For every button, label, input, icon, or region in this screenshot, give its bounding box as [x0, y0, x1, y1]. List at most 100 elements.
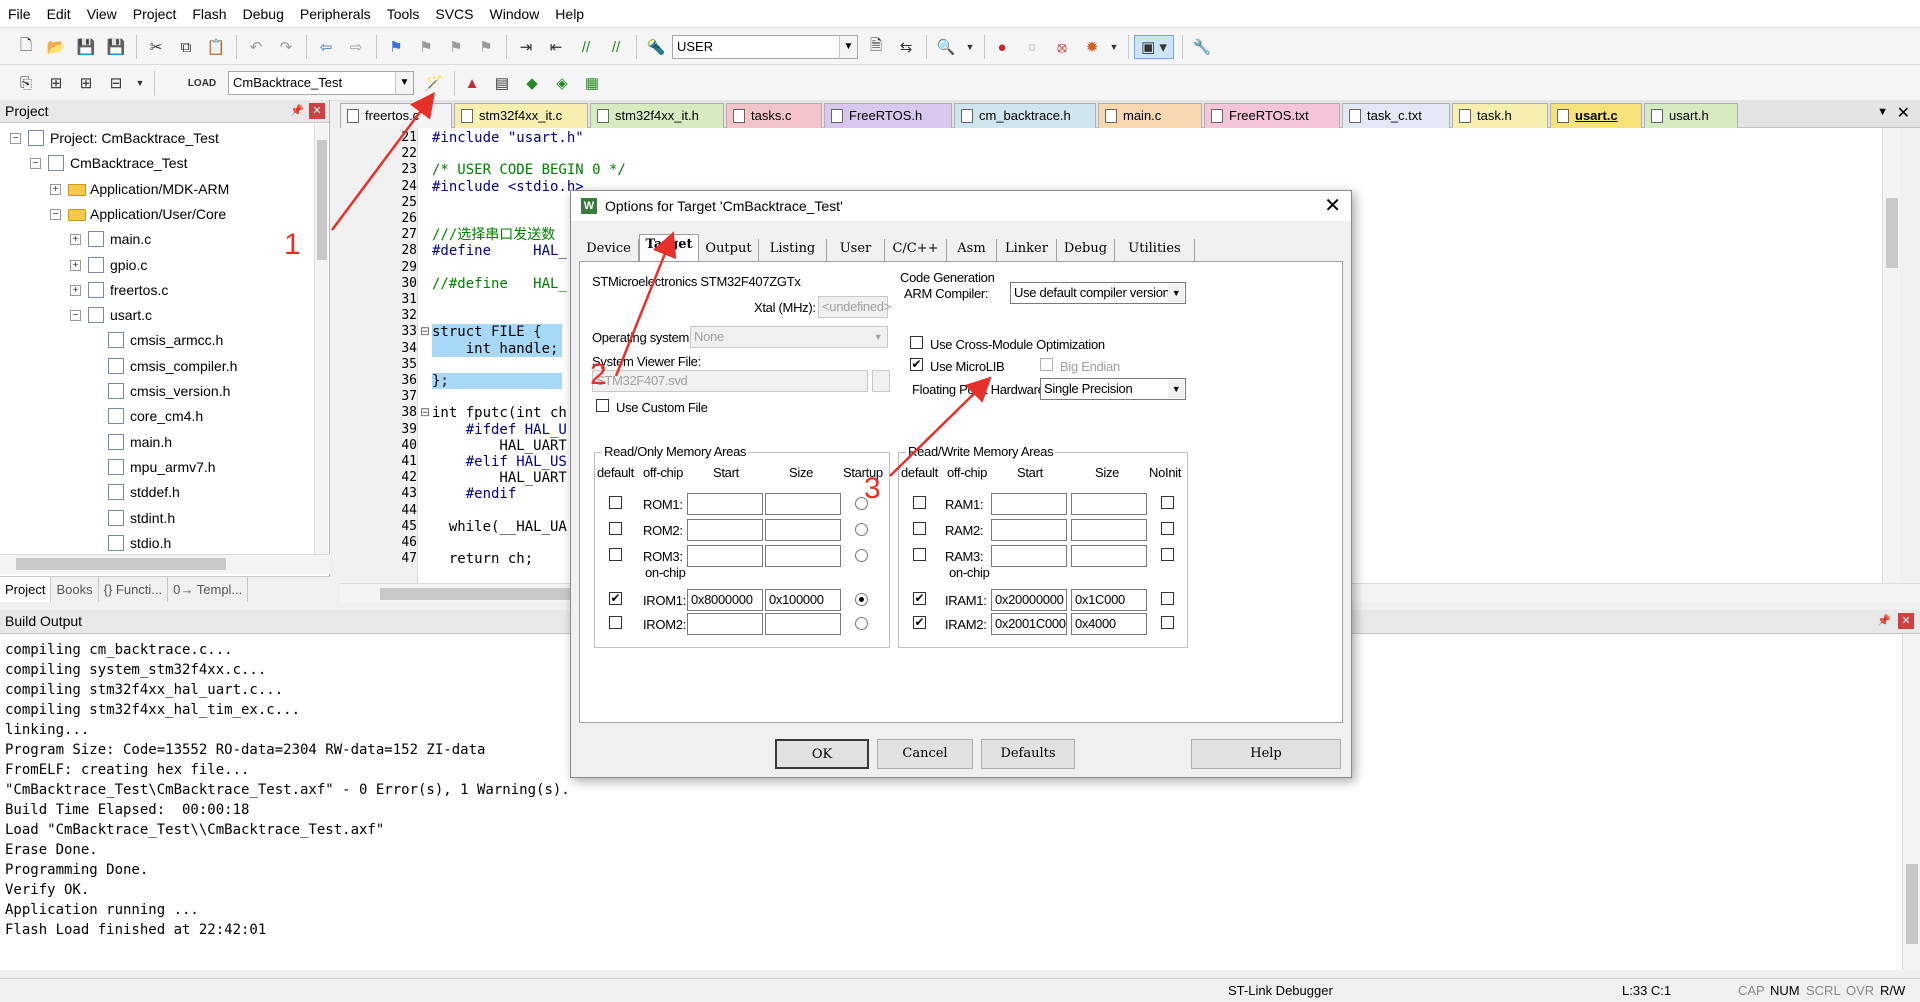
batch-build-icon[interactable]: ⊟: [104, 71, 128, 95]
defaults-button[interactable]: Defaults: [981, 739, 1075, 769]
rom-size-input[interactable]: [765, 493, 841, 515]
chevron-down-icon[interactable]: ▼: [128, 71, 152, 95]
dialog-tab-utilities[interactable]: Utilities: [1115, 239, 1195, 261]
ram-size-input[interactable]: [1071, 493, 1147, 515]
rom-size-input[interactable]: [765, 545, 841, 567]
menu-project[interactable]: Project: [125, 0, 185, 28]
collapse-icon[interactable]: −: [30, 158, 41, 170]
editor-tab-freertos-h[interactable]: FreeRTOS.h: [824, 103, 952, 128]
fold-icon[interactable]: ⊟: [420, 324, 430, 338]
rom-startup-radio[interactable]: [855, 523, 868, 536]
ram-size-input[interactable]: [1071, 545, 1147, 567]
collapse-icon[interactable]: −: [50, 208, 61, 220]
collapse-icon[interactable]: −: [70, 310, 81, 322]
clear-bookmarks-icon[interactable]: ⚑: [474, 35, 498, 59]
editor-tab-freertos-txt[interactable]: FreeRTOS.txt: [1204, 103, 1340, 128]
find-in-files-icon[interactable]: 🔦: [644, 35, 668, 59]
redo-icon[interactable]: ↷: [274, 35, 298, 59]
rom-start-input[interactable]: [687, 545, 763, 567]
paste-icon[interactable]: 📋: [204, 35, 228, 59]
ram-noinit-checkbox[interactable]: [1161, 592, 1174, 605]
build-vscrollbar[interactable]: [1902, 634, 1920, 970]
ram-start-input[interactable]: [991, 493, 1067, 515]
unindent-icon[interactable]: ⇤: [544, 35, 568, 59]
save-icon[interactable]: 💾: [74, 35, 98, 59]
menu-peripherals[interactable]: Peripherals: [292, 0, 379, 28]
bookmark-icon[interactable]: ⚑: [384, 35, 408, 59]
rom-start-input[interactable]: [687, 519, 763, 541]
rom-startup-radio[interactable]: [855, 549, 868, 562]
ram-noinit-checkbox[interactable]: [1161, 496, 1174, 509]
manage-runtime-icon[interactable]: ◆: [520, 71, 544, 95]
menu-help[interactable]: Help: [547, 0, 592, 28]
tab-project[interactable]: Project: [0, 577, 52, 602]
rom-default-checkbox[interactable]: [609, 616, 622, 629]
ram-size-input[interactable]: 0x4000: [1071, 613, 1147, 635]
cut-icon[interactable]: ✂: [144, 35, 168, 59]
window-layout-icon[interactable]: ▣ ▾: [1134, 35, 1174, 59]
dialog-tab-cc[interactable]: C/C++: [885, 239, 947, 261]
editor-tab-task-c-txt[interactable]: task_c.txt: [1342, 103, 1450, 128]
pin-icon[interactable]: 📌: [289, 103, 305, 119]
nav-forward-icon[interactable]: ⇨: [344, 35, 368, 59]
ram-start-input[interactable]: [991, 519, 1067, 541]
rom-size-input[interactable]: [765, 613, 841, 635]
ram-noinit-checkbox[interactable]: [1161, 616, 1174, 629]
close-icon[interactable]: ✕: [1897, 103, 1910, 123]
rom-default-checkbox[interactable]: [609, 496, 622, 509]
disable-all-breakpoints-icon[interactable]: ⦻: [1050, 35, 1074, 59]
editor-tab-stm32f4xx-it-c[interactable]: stm32f4xx_it.c: [454, 103, 588, 128]
new-file-icon[interactable]: 🗋: [14, 35, 38, 59]
open-file-icon[interactable]: 📂: [44, 35, 68, 59]
editor-tab-freertos-c[interactable]: freertos.c: [340, 103, 452, 128]
expand-icon[interactable]: +: [70, 234, 81, 246]
expand-icon[interactable]: +: [70, 259, 81, 271]
chevron-down-icon[interactable]: ▼: [958, 35, 982, 59]
chevron-down-icon[interactable]: ▼: [1102, 35, 1126, 59]
kill-all-breakpoints-icon[interactable]: ✹: [1080, 35, 1104, 59]
svd-browse-button[interactable]: [872, 370, 890, 392]
rebuild-icon[interactable]: ⊞: [74, 71, 98, 95]
comment-icon[interactable]: //: [574, 35, 598, 59]
dialog-tab-user[interactable]: User: [827, 239, 885, 261]
dialog-tab-target[interactable]: Target: [639, 234, 699, 262]
menu-debug[interactable]: Debug: [235, 0, 292, 28]
dialog-tab-debug[interactable]: Debug: [1057, 239, 1115, 261]
editor-tab-stm32f4xx-it-h[interactable]: stm32f4xx_it.h: [590, 103, 724, 128]
tree-vscrollbar[interactable]: [314, 124, 328, 564]
menu-svcs[interactable]: SVCS: [427, 0, 481, 28]
menu-file[interactable]: File: [0, 0, 39, 28]
translate-icon[interactable]: ⎘: [14, 71, 38, 95]
use-custom-file-checkbox[interactable]: [596, 399, 609, 412]
tree-hscrollbar[interactable]: [0, 554, 330, 574]
debug-session-icon[interactable]: 🔍: [934, 35, 958, 59]
uncomment-icon[interactable]: //: [604, 35, 628, 59]
incremental-find-icon[interactable]: ⇆: [894, 35, 918, 59]
rom-start-input[interactable]: 0x8000000: [687, 589, 763, 611]
next-bookmark-icon[interactable]: ⚑: [444, 35, 468, 59]
ram-start-input[interactable]: 0x20000000: [991, 589, 1067, 611]
rom-default-checkbox[interactable]: [609, 548, 622, 561]
rom-startup-radio[interactable]: [855, 593, 868, 606]
pack-installer-icon[interactable]: ◈: [550, 71, 574, 95]
rom-start-input[interactable]: [687, 493, 763, 515]
ok-button[interactable]: OK: [775, 739, 869, 769]
ram-default-checkbox[interactable]: ✔: [913, 592, 926, 605]
fold-icon[interactable]: ⊟: [420, 405, 430, 419]
download-icon[interactable]: LOAD: [188, 71, 216, 95]
rom-size-input[interactable]: [765, 519, 841, 541]
rom-startup-radio[interactable]: [855, 617, 868, 630]
prev-bookmark-icon[interactable]: ⚑: [414, 35, 438, 59]
fpu-select[interactable]: Single Precision ▼: [1040, 378, 1186, 400]
nav-back-icon[interactable]: ⇦: [314, 35, 338, 59]
editor-vscrollbar[interactable]: [1882, 128, 1900, 583]
arm-compiler-select[interactable]: Use default compiler version 5 ▼: [1010, 282, 1186, 304]
xtal-input[interactable]: <undefined>: [818, 296, 891, 318]
tab-books[interactable]: Books: [51, 577, 99, 602]
close-icon[interactable]: ✕: [1898, 613, 1914, 629]
rom-default-checkbox[interactable]: [609, 522, 622, 535]
os-select[interactable]: None ▼: [690, 326, 888, 348]
ram-noinit-checkbox[interactable]: [1161, 522, 1174, 535]
options-for-target-icon[interactable]: 🪄: [422, 71, 446, 95]
editor-tab-tasks-c[interactable]: tasks.c: [726, 103, 822, 128]
